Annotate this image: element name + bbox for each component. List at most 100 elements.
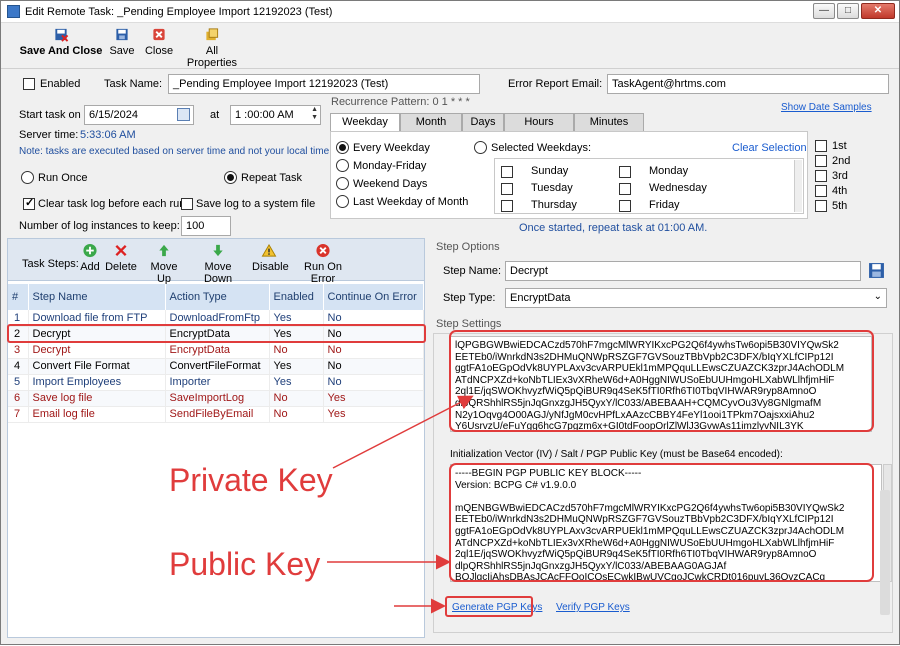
arrow-down-icon <box>213 244 223 257</box>
save-label: Save <box>109 45 135 57</box>
move-up-button[interactable]: Move Up <box>144 243 184 285</box>
log-instances-input[interactable]: 100 <box>181 216 231 236</box>
disable-label: Disable <box>252 261 289 273</box>
row-number: 7 <box>8 406 29 423</box>
arrow-up-icon <box>159 244 169 257</box>
monday-friday-radio[interactable] <box>336 159 349 172</box>
tab-hours[interactable]: Hours <box>504 113 574 131</box>
public-key-highlight <box>449 463 874 582</box>
run-on-error-button[interactable]: Run On Error <box>294 243 352 285</box>
row-enabled: No <box>269 342 324 359</box>
row-continue-on-error: Yes <box>323 406 424 423</box>
ordinal-label: 5th <box>832 200 848 212</box>
table-row[interactable]: 3 Decrypt EncryptData No No <box>8 342 424 359</box>
error-email-input[interactable]: TaskAgent@hrtms.com <box>607 74 889 94</box>
repeat-task-radio[interactable] <box>224 171 237 184</box>
move-down-button[interactable]: Move Down <box>192 243 244 285</box>
step-name-label: Step Name: <box>443 265 502 277</box>
row-action-type: ConvertFileFormat <box>165 358 270 375</box>
ordinal-2nd-checkbox[interactable] <box>815 155 827 167</box>
row-step-name: Convert File Format <box>28 358 166 375</box>
task-steps-label: Task Steps: <box>22 258 79 270</box>
settings-scrollbar[interactable] <box>880 490 890 615</box>
col-step-name[interactable]: Step Name <box>28 284 166 310</box>
ordinal-3rd-checkbox[interactable] <box>815 170 827 182</box>
row-continue-on-error: No <box>323 358 424 375</box>
all-properties-button[interactable]: All Properties <box>181 27 243 69</box>
tab-weekday[interactable]: Weekday <box>330 113 400 132</box>
every-weekday-radio[interactable] <box>336 141 349 154</box>
row-number: 3 <box>8 342 29 359</box>
delete-step-button[interactable]: Delete <box>104 243 138 273</box>
selected-weekdays-label: Selected Weekdays: <box>491 142 592 154</box>
table-row[interactable]: 4 Convert File Format ConvertFileFormat Yes… <box>8 358 424 375</box>
save-and-close-button[interactable]: Save And Close <box>19 27 103 57</box>
save-log-checkbox[interactable] <box>181 198 193 210</box>
private-key-annotation: Private Key <box>169 462 333 498</box>
table-row[interactable]: 5 Import Employees Importer Yes No <box>8 374 424 391</box>
run-once-radio[interactable] <box>21 171 34 184</box>
thursday-checkbox[interactable] <box>501 200 513 212</box>
save-step-icon[interactable] <box>868 262 885 279</box>
col-continue-on-error[interactable]: Continue On Error <box>323 284 424 310</box>
verify-pgp-keys-link[interactable]: Verify PGP Keys <box>556 602 630 613</box>
run-on-error-label: Run On Error <box>304 261 342 285</box>
tab-month[interactable]: Month <box>400 113 462 131</box>
tab-minutes[interactable]: Minutes <box>574 113 644 131</box>
close-label: Close <box>144 45 174 57</box>
server-time-note: Note: tasks are executed based on server… <box>19 146 332 157</box>
weekdays-scrollbar[interactable] <box>794 160 802 212</box>
table-row[interactable]: 7 Email log file SendFileByEmail No Yes <box>8 406 424 423</box>
ordinal-5th-checkbox[interactable] <box>815 200 827 212</box>
table-row[interactable]: 6 Save log file SaveImportLog No Yes <box>8 390 424 407</box>
steps-table: # Step Name Action Type Enabled Continue… <box>8 284 424 423</box>
col-enabled[interactable]: Enabled <box>269 284 324 310</box>
start-time-input[interactable]: 1 :00:00 AM ▲ ▼ <box>230 105 321 125</box>
weekend-days-radio[interactable] <box>336 177 349 190</box>
step-type-select[interactable]: EncryptData ⌄ <box>505 288 887 308</box>
clear-log-checkbox[interactable] <box>23 196 35 210</box>
step-name-input[interactable]: Decrypt <box>505 261 861 281</box>
warning-icon <box>261 243 277 257</box>
ordinal-4th-checkbox[interactable] <box>815 185 827 197</box>
task-name-input[interactable]: _Pending Employee Import 12192023 (Test) <box>168 74 480 94</box>
row-enabled: Yes <box>269 374 324 391</box>
ordinal-label: 3rd <box>832 170 848 182</box>
move-down-label: Move Down <box>203 261 233 285</box>
step-settings-title: Step Settings <box>436 318 502 330</box>
close-button[interactable]: Close <box>142 27 176 57</box>
enabled-checkbox[interactable] <box>23 78 35 90</box>
monday-checkbox[interactable] <box>619 166 631 178</box>
wednesday-checkbox[interactable] <box>619 183 631 195</box>
calendar-icon[interactable] <box>177 108 190 121</box>
edit-remote-task-window: Edit Remote Task: _Pending Employee Impo… <box>0 0 900 645</box>
col-number[interactable]: # <box>8 284 29 310</box>
ordinal-1st-checkbox[interactable] <box>815 140 827 152</box>
disable-step-button[interactable]: Disable <box>252 243 289 273</box>
row-action-type: Importer <box>165 374 270 391</box>
friday-checkbox[interactable] <box>619 200 631 212</box>
col-action-type[interactable]: Action Type <box>165 284 270 310</box>
show-date-samples-link[interactable]: Show Date Samples <box>781 102 872 113</box>
selected-weekdays-radio[interactable] <box>474 141 487 154</box>
last-weekday-radio[interactable] <box>336 195 349 208</box>
clear-selection-link[interactable]: Clear Selection <box>732 142 807 154</box>
start-date-input[interactable]: 6/15/2024 <box>84 105 194 125</box>
add-step-button[interactable]: Add <box>78 243 102 273</box>
tab-days[interactable]: Days <box>462 113 504 131</box>
start-time-value: 1 :00:00 AM <box>235 109 294 121</box>
steps-header-row: # Step Name Action Type Enabled Continue… <box>8 284 424 310</box>
task-name-label: Task Name: <box>104 78 163 90</box>
row-continue-on-error: Yes <box>323 390 424 407</box>
row-enabled: No <box>269 390 324 407</box>
close-window-button[interactable]: ✕ <box>861 3 895 19</box>
maximize-button[interactable]: □ <box>837 3 859 19</box>
start-task-label: Start task on <box>19 109 81 121</box>
minimize-button[interactable]: — <box>813 3 835 19</box>
row-number: 5 <box>8 374 29 391</box>
window-title: Edit Remote Task: _Pending Employee Impo… <box>25 6 333 18</box>
sunday-checkbox[interactable] <box>501 166 513 178</box>
time-spinner-icon[interactable]: ▲ ▼ <box>311 106 318 122</box>
save-button[interactable]: Save <box>107 27 137 57</box>
tuesday-checkbox[interactable] <box>501 183 513 195</box>
